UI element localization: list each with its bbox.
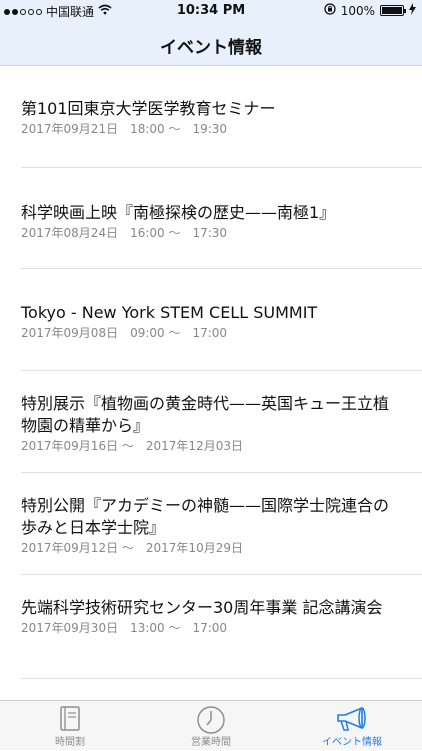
navigation-bar: イベント情報 [0,22,422,66]
orientation-lock-icon [324,3,336,18]
event-date: 2017年09月16日 ～ 2017年12月03日 [21,439,243,453]
battery-icon [380,5,406,16]
row-divider [21,678,422,679]
event-title: Tokyo - New York STEM CELL SUMMIT [21,303,318,322]
status-bar: 中国联通 10:34 PM 100% [0,0,422,22]
event-date: 2017年08月24日 16:00 ～ 17:30 [21,226,228,240]
event-title: 科学映画上映『南極探検の歴史——南極1』 [21,203,336,222]
event-row[interactable]: 先端科学技術研究センター30周年事業 記念講演会 2017年09月30日 13:… [0,597,422,636]
event-row[interactable]: 特別公開『アカデミーの神髄——国際学士院連合の歩みと日本学士院』 2017年09… [0,495,422,556]
event-title: 特別公開『アカデミーの神髄——国際学士院連合の歩みと日本学士院』 [21,496,390,537]
tab-label: 時間割 [55,737,85,748]
event-date: 2017年09月30日 13:00 ～ 17:00 [21,621,228,635]
event-row[interactable]: 科学映画上映『南極探検の歴史——南極1』 2017年08月24日 16:00 ～… [0,202,422,241]
event-date: 2017年09月08日 09:00 ～ 17:00 [21,326,228,340]
charging-icon [409,3,416,18]
tab-label: イベント情報 [322,737,382,748]
tab-event-info[interactable]: イベント情報 [282,701,422,751]
event-row[interactable]: Tokyo - New York STEM CELL SUMMIT 2017年0… [0,302,422,341]
battery-percentage: 100% [340,3,375,18]
row-divider [21,268,422,269]
tab-bar: 時間割 営業時間 イベント情報 [0,700,422,750]
row-divider [21,167,422,168]
event-title: 第101回東京大学医学教育セミナー [21,99,276,118]
tab-business-hours[interactable]: 営業時間 [141,701,281,751]
status-right: 100% [324,3,416,18]
tab-label: 営業時間 [191,737,231,748]
row-divider [21,370,422,371]
event-title: 先端科学技術研究センター30周年事業 記念講演会 [21,598,383,617]
page-title: イベント情報 [160,38,262,58]
event-row[interactable]: 第101回東京大学医学教育セミナー 2017年09月21日 18:00 ～ 19… [0,98,422,137]
event-date: 2017年09月21日 18:00 ～ 19:30 [21,122,228,136]
tab-timetable[interactable]: 時間割 [0,701,140,751]
row-divider [21,574,422,575]
event-row[interactable]: 特別展示『植物画の黄金時代——英国キュー王立植物園の精華から』 2017年09月… [0,393,422,454]
event-date: 2017年09月12日 ～ 2017年10月29日 [21,541,243,555]
event-title: 特別展示『植物画の黄金時代——英国キュー王立植物園の精華から』 [21,394,390,435]
row-divider [21,472,422,473]
